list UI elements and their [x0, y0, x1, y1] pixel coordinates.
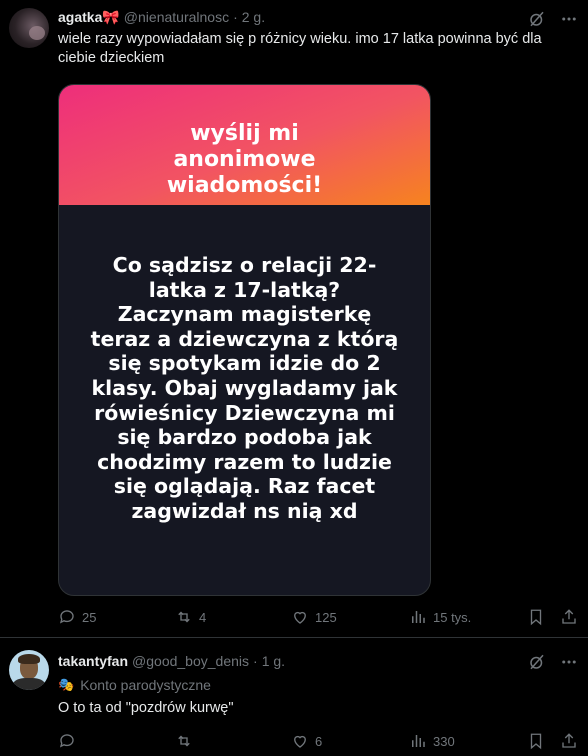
separator-dot: · [233, 9, 238, 25]
tweet-2[interactable]: takantyfan @good_boy_denis · 1 g. 🎭 Kont… [0, 638, 588, 756]
share-icon [562, 609, 576, 624]
grok-icon[interactable] [528, 653, 546, 671]
views-button[interactable]: 330 [409, 729, 455, 753]
like-count: 6 [315, 733, 323, 749]
like-count: 125 [315, 609, 337, 625]
repost-count: 4 [199, 609, 207, 625]
parody-label-text: Konto parodystyczne [80, 677, 211, 693]
author-handle[interactable]: @nienaturalnosc [124, 9, 229, 25]
views-count: 15 tys. [433, 609, 472, 625]
grok-icon[interactable] [528, 10, 546, 28]
tweet-text: wiele razy wypowiadałam się p różnicy wi… [58, 31, 542, 66]
reply-icon [59, 734, 74, 748]
timestamp[interactable]: 2 g. [242, 9, 265, 25]
tweet-1[interactable]: agatka🎀 @nienaturalnosc · 2 g. wiele raz… [0, 0, 588, 636]
views-icon [412, 611, 425, 623]
author-handle[interactable]: @good_boy_denis [132, 653, 249, 669]
repost-button[interactable]: 4 [175, 605, 206, 629]
repost-icon [178, 735, 190, 747]
reply-button[interactable] [58, 729, 82, 753]
tweet-text: O to ta od "pozdrów kurwę" [58, 700, 234, 716]
bookmark-button[interactable] [527, 605, 551, 629]
parody-label: 🎭 Konto parodystyczne [58, 676, 211, 694]
avatar[interactable] [9, 8, 49, 48]
author-name[interactable]: takantyfan [58, 653, 128, 669]
more-icon[interactable] [560, 10, 578, 28]
views-button[interactable]: 15 tys. [409, 605, 471, 629]
image-header-text: wyślij mi anonimowe wiadomości! [166, 121, 323, 198]
share-icon [562, 733, 576, 748]
repost-icon [178, 611, 190, 623]
reply-icon [59, 610, 74, 624]
share-button[interactable] [560, 605, 584, 629]
bookmark-button[interactable] [527, 729, 551, 753]
like-button[interactable]: 6 [291, 729, 322, 753]
avatar[interactable] [9, 650, 49, 690]
reply-count: 25 [82, 609, 97, 625]
views-icon [412, 735, 425, 747]
like-button[interactable]: 125 [291, 605, 337, 629]
bookmark-icon [530, 733, 542, 750]
tweet-image[interactable]: wyślij mi anonimowe wiadomości! Co sądzi… [58, 84, 431, 596]
parody-mask-icon: 🎭 [58, 677, 75, 692]
author-name[interactable]: agatka🎀 [58, 9, 120, 26]
reply-button[interactable]: 25 [58, 605, 96, 629]
share-button[interactable] [560, 729, 584, 753]
like-icon [294, 611, 306, 624]
like-icon [294, 735, 306, 748]
repost-button[interactable] [175, 729, 199, 753]
timestamp[interactable]: 1 g. [262, 653, 285, 669]
separator-dot: · [253, 653, 258, 669]
image-question-text: Co sądzisz o relacji 22-latka z 17-latką… [90, 253, 399, 523]
bookmark-icon [530, 609, 542, 626]
views-count: 330 [433, 733, 455, 749]
more-icon[interactable] [560, 653, 578, 671]
